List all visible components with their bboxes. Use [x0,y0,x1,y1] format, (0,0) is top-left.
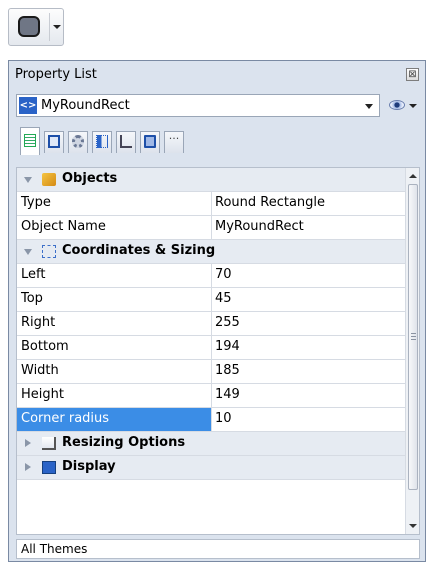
property-value[interactable]: 149 [211,384,405,407]
chevron-down-icon[interactable] [53,25,61,29]
property-name: Right [21,315,56,330]
category-coordinates-sizing[interactable]: Coordinates & Sizing [17,240,405,264]
property-row-object-name[interactable]: Object Name MyRoundRect [17,216,405,240]
chart-icon [120,135,132,148]
collapsed-triangle-icon[interactable] [25,439,31,447]
collapsed-triangle-icon[interactable] [25,463,31,471]
object-code-icon: <> [19,97,37,114]
tab-chart[interactable] [116,131,136,153]
chevron-down-icon[interactable] [365,104,373,109]
tab-properties[interactable] [20,127,40,155]
property-name: Type [21,195,51,210]
property-row-right[interactable]: Right 255 [17,312,405,336]
property-list-panel: Property List ⊠ <> MyRoundRect ··· Objec… [8,60,426,562]
category-label: Coordinates & Sizing [62,243,216,258]
property-row-corner-radius[interactable]: Corner radius 10 [17,408,405,432]
panel-title: Property List [15,67,97,82]
display-icon [42,461,56,474]
category-resizing-options[interactable]: Resizing Options [17,432,405,456]
property-name: Left [21,267,46,282]
shapes-icon [96,135,108,148]
property-row-height[interactable]: Height 149 [17,384,405,408]
property-name: Top [21,291,43,306]
property-grid: Objects Type Round Rectangle Object Name… [16,167,420,535]
objects-icon [42,173,56,186]
property-value[interactable]: 185 [211,360,405,383]
property-name: Corner radius [17,408,211,431]
list-icon [24,134,36,147]
object-selector-value: MyRoundRect [41,98,130,113]
visibility-button[interactable] [387,97,419,115]
object-selector[interactable]: <> MyRoundRect [16,94,380,117]
property-row-left[interactable]: Left 70 [17,264,405,288]
tab-display[interactable] [140,131,160,153]
tab-shapes[interactable] [92,131,112,153]
expanded-triangle-icon[interactable] [24,249,32,255]
property-value[interactable]: 194 [211,336,405,359]
vertical-scrollbar[interactable] [405,168,419,534]
property-value[interactable]: 70 [211,264,405,287]
property-value[interactable]: 255 [211,312,405,335]
property-row-type[interactable]: Type Round Rectangle [17,192,405,216]
property-name: Bottom [21,339,69,354]
property-value[interactable]: 45 [211,288,405,311]
theme-status-text: All Themes [21,542,88,556]
coordinates-icon [42,245,56,258]
property-value-input[interactable]: 10 [211,408,405,431]
property-value: Round Rectangle [211,192,405,215]
property-name: Object Name [21,219,106,234]
gear-icon [72,135,84,148]
property-name: Width [21,363,59,378]
category-objects[interactable]: Objects [17,168,405,192]
window-icon [48,135,60,148]
monitor-icon [144,135,156,148]
category-display[interactable]: Display [17,456,405,480]
close-icon[interactable]: ⊠ [406,68,419,81]
property-row-width[interactable]: Width 185 [17,360,405,384]
chevron-down-icon [409,104,417,108]
expanded-triangle-icon[interactable] [24,177,32,183]
property-row-bottom[interactable]: Bottom 194 [17,336,405,360]
category-label: Resizing Options [62,435,186,450]
property-tabs: ··· [16,125,420,161]
panel-titlebar: Property List ⊠ [9,61,425,89]
scroll-down-arrow-icon[interactable] [409,524,417,528]
shape-dropdown-button[interactable] [8,8,64,46]
category-label: Objects [62,171,118,186]
property-name: Height [21,387,64,402]
round-rectangle-icon [18,16,40,37]
category-label: Display [62,459,116,474]
object-selector-bar: <> MyRoundRect [16,94,420,118]
tab-window[interactable] [44,131,64,153]
grip-icon [411,333,416,340]
scrollbar-thumb[interactable] [408,184,418,490]
tab-more[interactable]: ··· [164,131,184,153]
more-icon: ··· [168,132,180,145]
scroll-up-arrow-icon[interactable] [409,174,417,178]
eye-icon [389,100,405,110]
resize-icon [42,437,56,450]
tab-settings[interactable] [68,131,88,153]
property-row-top[interactable]: Top 45 [17,288,405,312]
property-value[interactable]: MyRoundRect [211,216,405,239]
divider [49,13,50,41]
status-bar: All Themes [16,539,420,559]
